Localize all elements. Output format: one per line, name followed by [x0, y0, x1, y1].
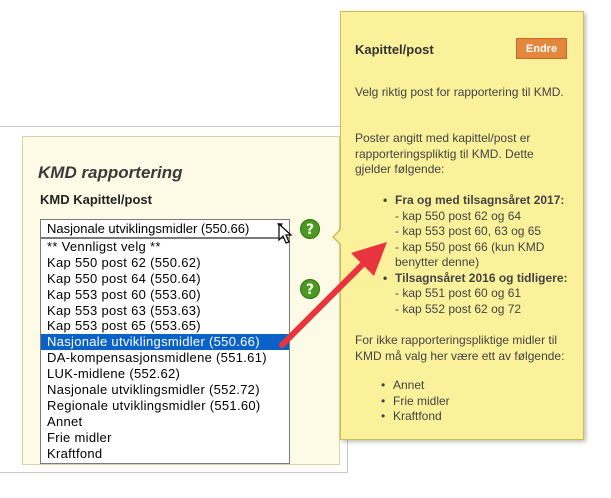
- annotation-arrow-icon: [279, 242, 387, 348]
